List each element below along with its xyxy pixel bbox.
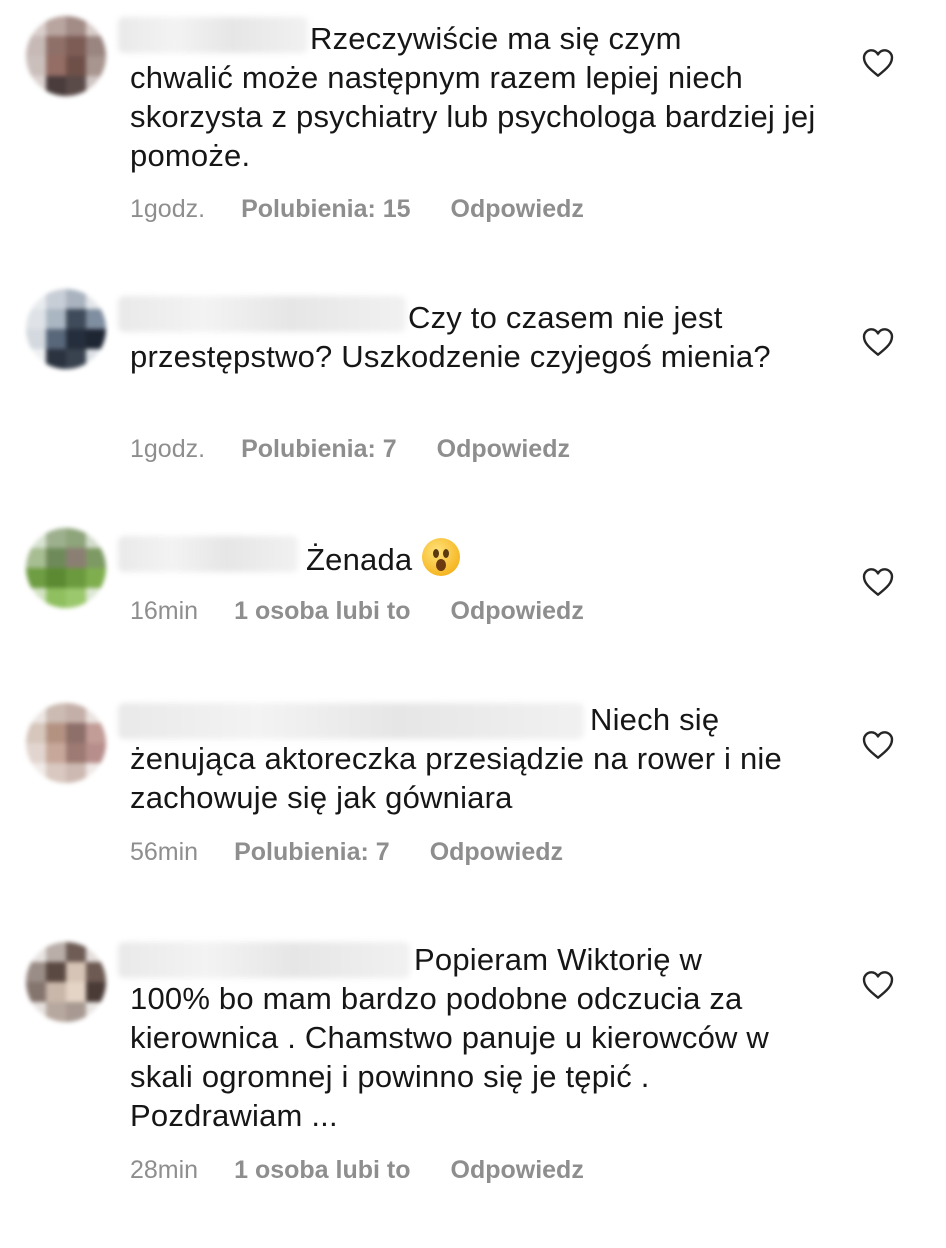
comment-meta: 1godz. Polubienia: 15 Odpowiedz [130,195,584,224]
likes-count[interactable]: Polubienia: 7 [241,435,397,463]
likes-count[interactable]: Polubienia: 15 [241,195,410,223]
comment-text: Czy to czasem nie jest przestępstwo? Usz… [130,298,830,376]
avatar[interactable] [26,528,106,608]
comment-time: 28min [130,1156,199,1184]
comment-meta: 56min Polubienia: 7 Odpowiedz [130,838,563,867]
comment-text: Żenada [130,538,830,579]
reply-button[interactable]: Odpowiedz [451,195,584,223]
comment-text-rest: chwalić może następnym razem lepiej niec… [130,60,816,173]
likes-count[interactable]: 1 osoba lubi to [234,597,410,625]
avatar[interactable] [26,16,106,96]
avatar[interactable] [26,942,106,1022]
comment-text-first: Rzeczywiście ma się czym [310,21,682,56]
avatar[interactable] [26,289,106,369]
heart-outline-icon[interactable] [862,48,894,78]
comment-time: 56min [130,838,199,866]
avatar[interactable] [26,703,106,783]
comment-meta: 16min 1 osoba lubi to Odpowiedz [130,597,584,626]
reply-button[interactable]: Odpowiedz [451,1156,584,1184]
likes-count[interactable]: Polubienia: 7 [234,838,390,866]
heart-outline-icon[interactable] [862,730,894,760]
reply-button[interactable]: Odpowiedz [451,597,584,625]
comment-text-first: Czy to czasem nie jest [408,300,723,335]
comment-text-first: Niech się [590,702,720,737]
reply-button[interactable]: Odpowiedz [430,838,563,866]
heart-outline-icon[interactable] [862,567,894,597]
comment-time: 1godz. [130,195,206,223]
comment-text-rest: żenująca aktoreczka przesiądzie na rower… [130,741,782,815]
heart-outline-icon[interactable] [862,327,894,357]
comment-text: Niech się żenująca aktoreczka przesiądzi… [130,700,820,817]
comment-time: 1godz. [130,435,206,463]
comment-text: Rzeczywiście ma się czym chwalić może na… [130,19,830,175]
comment-text: Popieram Wiktorię w 100% bo mam bardzo p… [130,940,810,1135]
comment-meta: 28min 1 osoba lubi to Odpowiedz [130,1156,584,1185]
comment-text-rest: przestępstwo? Uszkodzenie czyjegoś mieni… [130,339,771,374]
reply-button[interactable]: Odpowiedz [437,435,570,463]
comment-text-first: Popieram Wiktorię w [414,942,703,977]
astonished-face-emoji [422,538,461,576]
comment-time: 16min [130,597,199,625]
likes-count[interactable]: 1 osoba lubi to [234,1156,410,1184]
comment-text-first: Żenada [306,542,413,577]
comment-meta: 1godz. Polubienia: 7 Odpowiedz [130,435,570,464]
comment-text-rest: 100% bo mam bardzo podobne odczucia za k… [130,981,769,1133]
heart-outline-icon[interactable] [862,970,894,1000]
